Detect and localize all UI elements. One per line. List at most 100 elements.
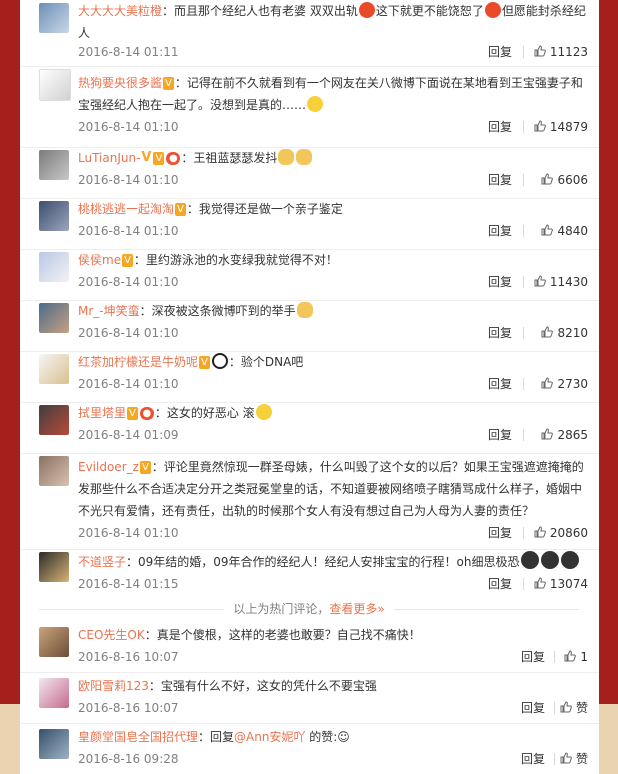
divider-line bbox=[394, 609, 579, 610]
comment-item: 大大大大美粒橙：而且那个经纪人也有老婆 双双出轨 这下就更不能饶恕了 但愿能封杀经纪… bbox=[20, 0, 599, 67]
shocked-emoji-icon bbox=[520, 551, 539, 569]
like-button[interactable]: 2730 bbox=[541, 374, 588, 394]
like-button[interactable]: 13074 bbox=[534, 574, 588, 594]
comment-text: 这下就更不能饶恕了 bbox=[375, 4, 484, 18]
comment-item: 不道竖子：09年结的婚，09年合作的经纪人！经纪人安排宝宝的行程！oh细思极恐 … bbox=[20, 549, 599, 596]
comment-time: 2016-8-14 01:09 bbox=[78, 428, 179, 442]
comment-username[interactable]: 皇颜堂国皂全国招代理 bbox=[78, 730, 198, 744]
thumb-up-icon bbox=[541, 428, 554, 440]
comment-text: ：里约游泳池的水变绿我就觉得不对！ bbox=[133, 253, 338, 267]
avatar[interactable] bbox=[39, 678, 69, 708]
reply-button[interactable]: 回复 bbox=[521, 749, 545, 769]
like-button[interactable]: 8210 bbox=[541, 323, 588, 343]
comment-username[interactable]: 侯侯me bbox=[78, 253, 121, 267]
like-button[interactable]: 4840 bbox=[541, 221, 588, 241]
separator bbox=[523, 378, 524, 390]
comment-time: 2016-8-16 09:28 bbox=[78, 752, 179, 766]
reply-button[interactable]: 回复 bbox=[521, 698, 545, 718]
comment-time: 2016-8-14 01:15 bbox=[78, 577, 179, 591]
avatar[interactable] bbox=[39, 456, 69, 486]
comment-username[interactable]: CEO先生OK bbox=[78, 628, 145, 642]
comment-username[interactable]: 大大大大美粒橙 bbox=[78, 4, 162, 18]
separator bbox=[554, 651, 555, 663]
avatar[interactable] bbox=[39, 201, 69, 231]
cat-emoji-icon bbox=[296, 149, 313, 165]
angry-emoji-icon bbox=[358, 2, 375, 18]
reply-button[interactable]: 回复 bbox=[488, 42, 512, 62]
shocked-emoji-icon bbox=[560, 551, 579, 569]
comment-text: ：宝强有什么不好，这女的凭什么不要宝强 bbox=[148, 679, 377, 693]
like-button[interactable]: 赞 bbox=[560, 698, 588, 718]
like-button[interactable]: 11123 bbox=[534, 42, 588, 62]
comment-username[interactable]: 桃桃逃逃一起淘淘 bbox=[78, 202, 174, 216]
separator bbox=[523, 527, 524, 539]
like-button[interactable]: 2865 bbox=[541, 425, 588, 445]
comment-item: Mr_-坤笑蛮：深夜被这条微博吓到的举手 2016-8-14 01:10 回复 … bbox=[20, 300, 599, 352]
reply-button[interactable]: 回复 bbox=[488, 117, 512, 137]
like-count: 2865 bbox=[557, 428, 588, 442]
avatar[interactable] bbox=[39, 552, 69, 582]
like-count: 赞 bbox=[575, 752, 588, 766]
vip-badge-icon: V bbox=[139, 461, 151, 474]
thumb-up-icon bbox=[541, 173, 554, 185]
thumb-up-icon bbox=[560, 752, 572, 764]
reply-button[interactable]: 回复 bbox=[488, 323, 512, 343]
divider-text: 以上为热门评论， bbox=[233, 602, 330, 616]
separator bbox=[523, 327, 524, 339]
comment-username[interactable]: 热狗要央很多酱 bbox=[78, 76, 162, 90]
like-count: 20860 bbox=[549, 526, 588, 540]
comment-time: 2016-8-14 01:10 bbox=[78, 120, 179, 134]
like-button[interactable]: 20860 bbox=[534, 523, 588, 543]
comment-text: ：这女的好恶心 滚 bbox=[154, 406, 255, 420]
avatar[interactable] bbox=[39, 627, 69, 657]
comment-time: 2016-8-14 01:11 bbox=[78, 45, 179, 59]
comment-username[interactable]: Mr_-坤笑蛮 bbox=[78, 304, 140, 318]
view-more-link[interactable]: 查看更多» bbox=[329, 602, 384, 616]
like-count: 4840 bbox=[557, 224, 588, 238]
comment-item: 红茶加柠檬还是牛奶呢 V ：验个DNA吧 2016-8-14 01:10 回复 27… bbox=[20, 351, 599, 403]
avatar[interactable] bbox=[39, 150, 69, 180]
thumb-up-icon bbox=[564, 650, 577, 662]
comment-item: 拭里塔里 V ● ：这女的好恶心 滚 2016-8-14 01:09 回复 2865 bbox=[20, 402, 599, 454]
comment-username[interactable]: 不道竖子 bbox=[78, 555, 126, 569]
vip-badge-icon: V bbox=[127, 407, 138, 420]
comment-item: 皇颜堂国皂全国招代理：回复@Ann安妮吖 的赞:☺ 2016-8-16 09:2… bbox=[20, 726, 599, 774]
comment-time: 2016-8-14 01:10 bbox=[78, 173, 179, 187]
thumb-up-icon bbox=[534, 275, 546, 287]
comment-username[interactable]: 欧阳雪莉123 bbox=[78, 679, 149, 693]
reply-button[interactable]: 回复 bbox=[488, 425, 512, 445]
reply-button[interactable]: 回复 bbox=[488, 170, 512, 190]
comment-text: 的赞:☺ bbox=[305, 730, 350, 744]
vip-badge-icon: V bbox=[153, 152, 165, 165]
avatar[interactable] bbox=[39, 729, 69, 759]
comment-item: CEO先生OK：真是个傻根，这样的老婆也敢要？自己找不痛快！ 2016-8-16… bbox=[20, 624, 599, 673]
like-button[interactable]: 赞 bbox=[560, 749, 588, 769]
separator bbox=[523, 46, 524, 58]
reply-button[interactable]: 回复 bbox=[488, 221, 512, 241]
avatar[interactable] bbox=[39, 354, 69, 384]
vip-badge-icon: V bbox=[175, 203, 186, 216]
mention-link[interactable]: @Ann安妮吖 bbox=[234, 730, 305, 744]
avatar[interactable] bbox=[39, 303, 69, 333]
comment-username[interactable]: LuTianJun- bbox=[78, 151, 140, 165]
like-count: 14879 bbox=[549, 120, 588, 134]
reply-button[interactable]: 回复 bbox=[488, 272, 512, 292]
reply-button[interactable]: 回复 bbox=[521, 647, 545, 667]
comment-username[interactable]: 红茶加柠檬还是牛奶呢 bbox=[78, 355, 198, 369]
reply-button[interactable]: 回复 bbox=[488, 574, 512, 594]
like-button[interactable]: 14879 bbox=[534, 117, 588, 137]
comment-username[interactable]: 拭里塔里 bbox=[78, 406, 126, 420]
avatar[interactable] bbox=[39, 405, 69, 435]
avatar[interactable] bbox=[39, 3, 69, 33]
like-count: 13074 bbox=[549, 577, 588, 591]
like-button[interactable]: 6606 bbox=[541, 170, 588, 190]
avatar[interactable] bbox=[39, 252, 69, 282]
reply-button[interactable]: 回复 bbox=[488, 523, 512, 543]
like-button[interactable]: 11430 bbox=[534, 272, 588, 292]
comment-username[interactable]: Evildoer_z bbox=[78, 460, 139, 474]
thumb-up-icon bbox=[541, 326, 554, 338]
reply-button[interactable]: 回复 bbox=[488, 374, 512, 394]
avatar[interactable] bbox=[39, 69, 71, 101]
like-button[interactable]: 1 bbox=[564, 647, 588, 667]
angry-emoji-icon bbox=[484, 2, 501, 18]
